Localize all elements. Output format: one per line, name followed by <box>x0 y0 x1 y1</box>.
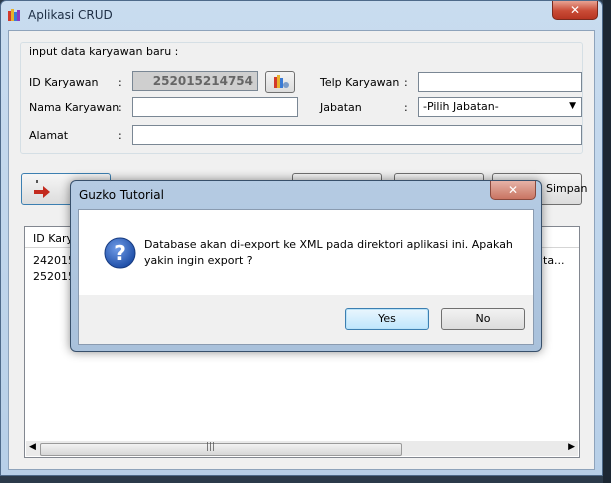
colon: : <box>118 129 122 142</box>
dialog-message: Database akan di-export ke XML pada dire… <box>144 238 513 267</box>
dialog-body: ? Database akan di-export ke XML pada di… <box>78 209 534 345</box>
no-button[interactable]: No <box>441 308 525 330</box>
colon: : <box>404 76 408 89</box>
scroll-grip: ||| <box>206 442 216 452</box>
truncated-cell: ta... <box>543 254 565 267</box>
scroll-right-icon[interactable]: ▶ <box>568 442 575 452</box>
desktop-background <box>603 0 611 483</box>
dialog-close-button[interactable]: ✕ <box>490 181 536 200</box>
dialog-title: Guzko Tutorial <box>79 188 164 202</box>
position-selected: -Pilih Jabatan- <box>423 100 499 113</box>
id-label: ID Karyawan <box>29 76 99 89</box>
table-row[interactable]: 252015 <box>33 270 75 283</box>
generate-id-button[interactable] <box>265 71 295 93</box>
colon: : <box>404 101 408 114</box>
phone-label: Telp Karyawan <box>320 76 400 89</box>
title-bar[interactable]: Aplikasi CRUD ✕ <box>1 1 602 29</box>
save-label: Simpan <box>546 182 588 195</box>
name-label: Nama Karyawan <box>29 101 120 114</box>
id-field[interactable]: 252015214754 <box>132 71 258 91</box>
svg-text:?: ? <box>114 241 126 265</box>
position-select[interactable]: -Pilih Jabatan- ▼ <box>418 97 582 117</box>
books-icon <box>274 75 289 88</box>
window-close-button[interactable]: ✕ <box>552 1 598 20</box>
colon: : <box>118 101 122 114</box>
horizontal-scrollbar[interactable]: ◀ ||| ▶ <box>26 441 578 456</box>
address-field[interactable] <box>132 125 582 145</box>
colon: : <box>118 76 122 89</box>
chevron-down-icon: ▼ <box>569 101 576 111</box>
question-icon: ? <box>104 237 136 269</box>
group-title: input data karyawan baru : <box>29 45 179 58</box>
window-title: Aplikasi CRUD <box>28 8 113 22</box>
phone-field[interactable] <box>418 72 582 92</box>
scroll-left-icon[interactable]: ◀ <box>29 442 36 452</box>
scrollbar-thumb[interactable]: ||| <box>40 442 402 456</box>
address-label: Alamat <box>29 129 69 142</box>
name-field[interactable] <box>132 97 298 117</box>
arrow-right-icon <box>34 180 50 198</box>
app-books-icon <box>8 9 20 21</box>
table-row[interactable]: 242015 <box>33 254 75 267</box>
position-label: Jabatan <box>320 101 362 114</box>
export-dialog: Guzko Tutorial ✕ ? Database akan di-expo… <box>70 180 542 352</box>
yes-button[interactable]: Yes <box>345 308 429 330</box>
dialog-message-area: ? Database akan di-export ke XML pada di… <box>79 210 533 295</box>
